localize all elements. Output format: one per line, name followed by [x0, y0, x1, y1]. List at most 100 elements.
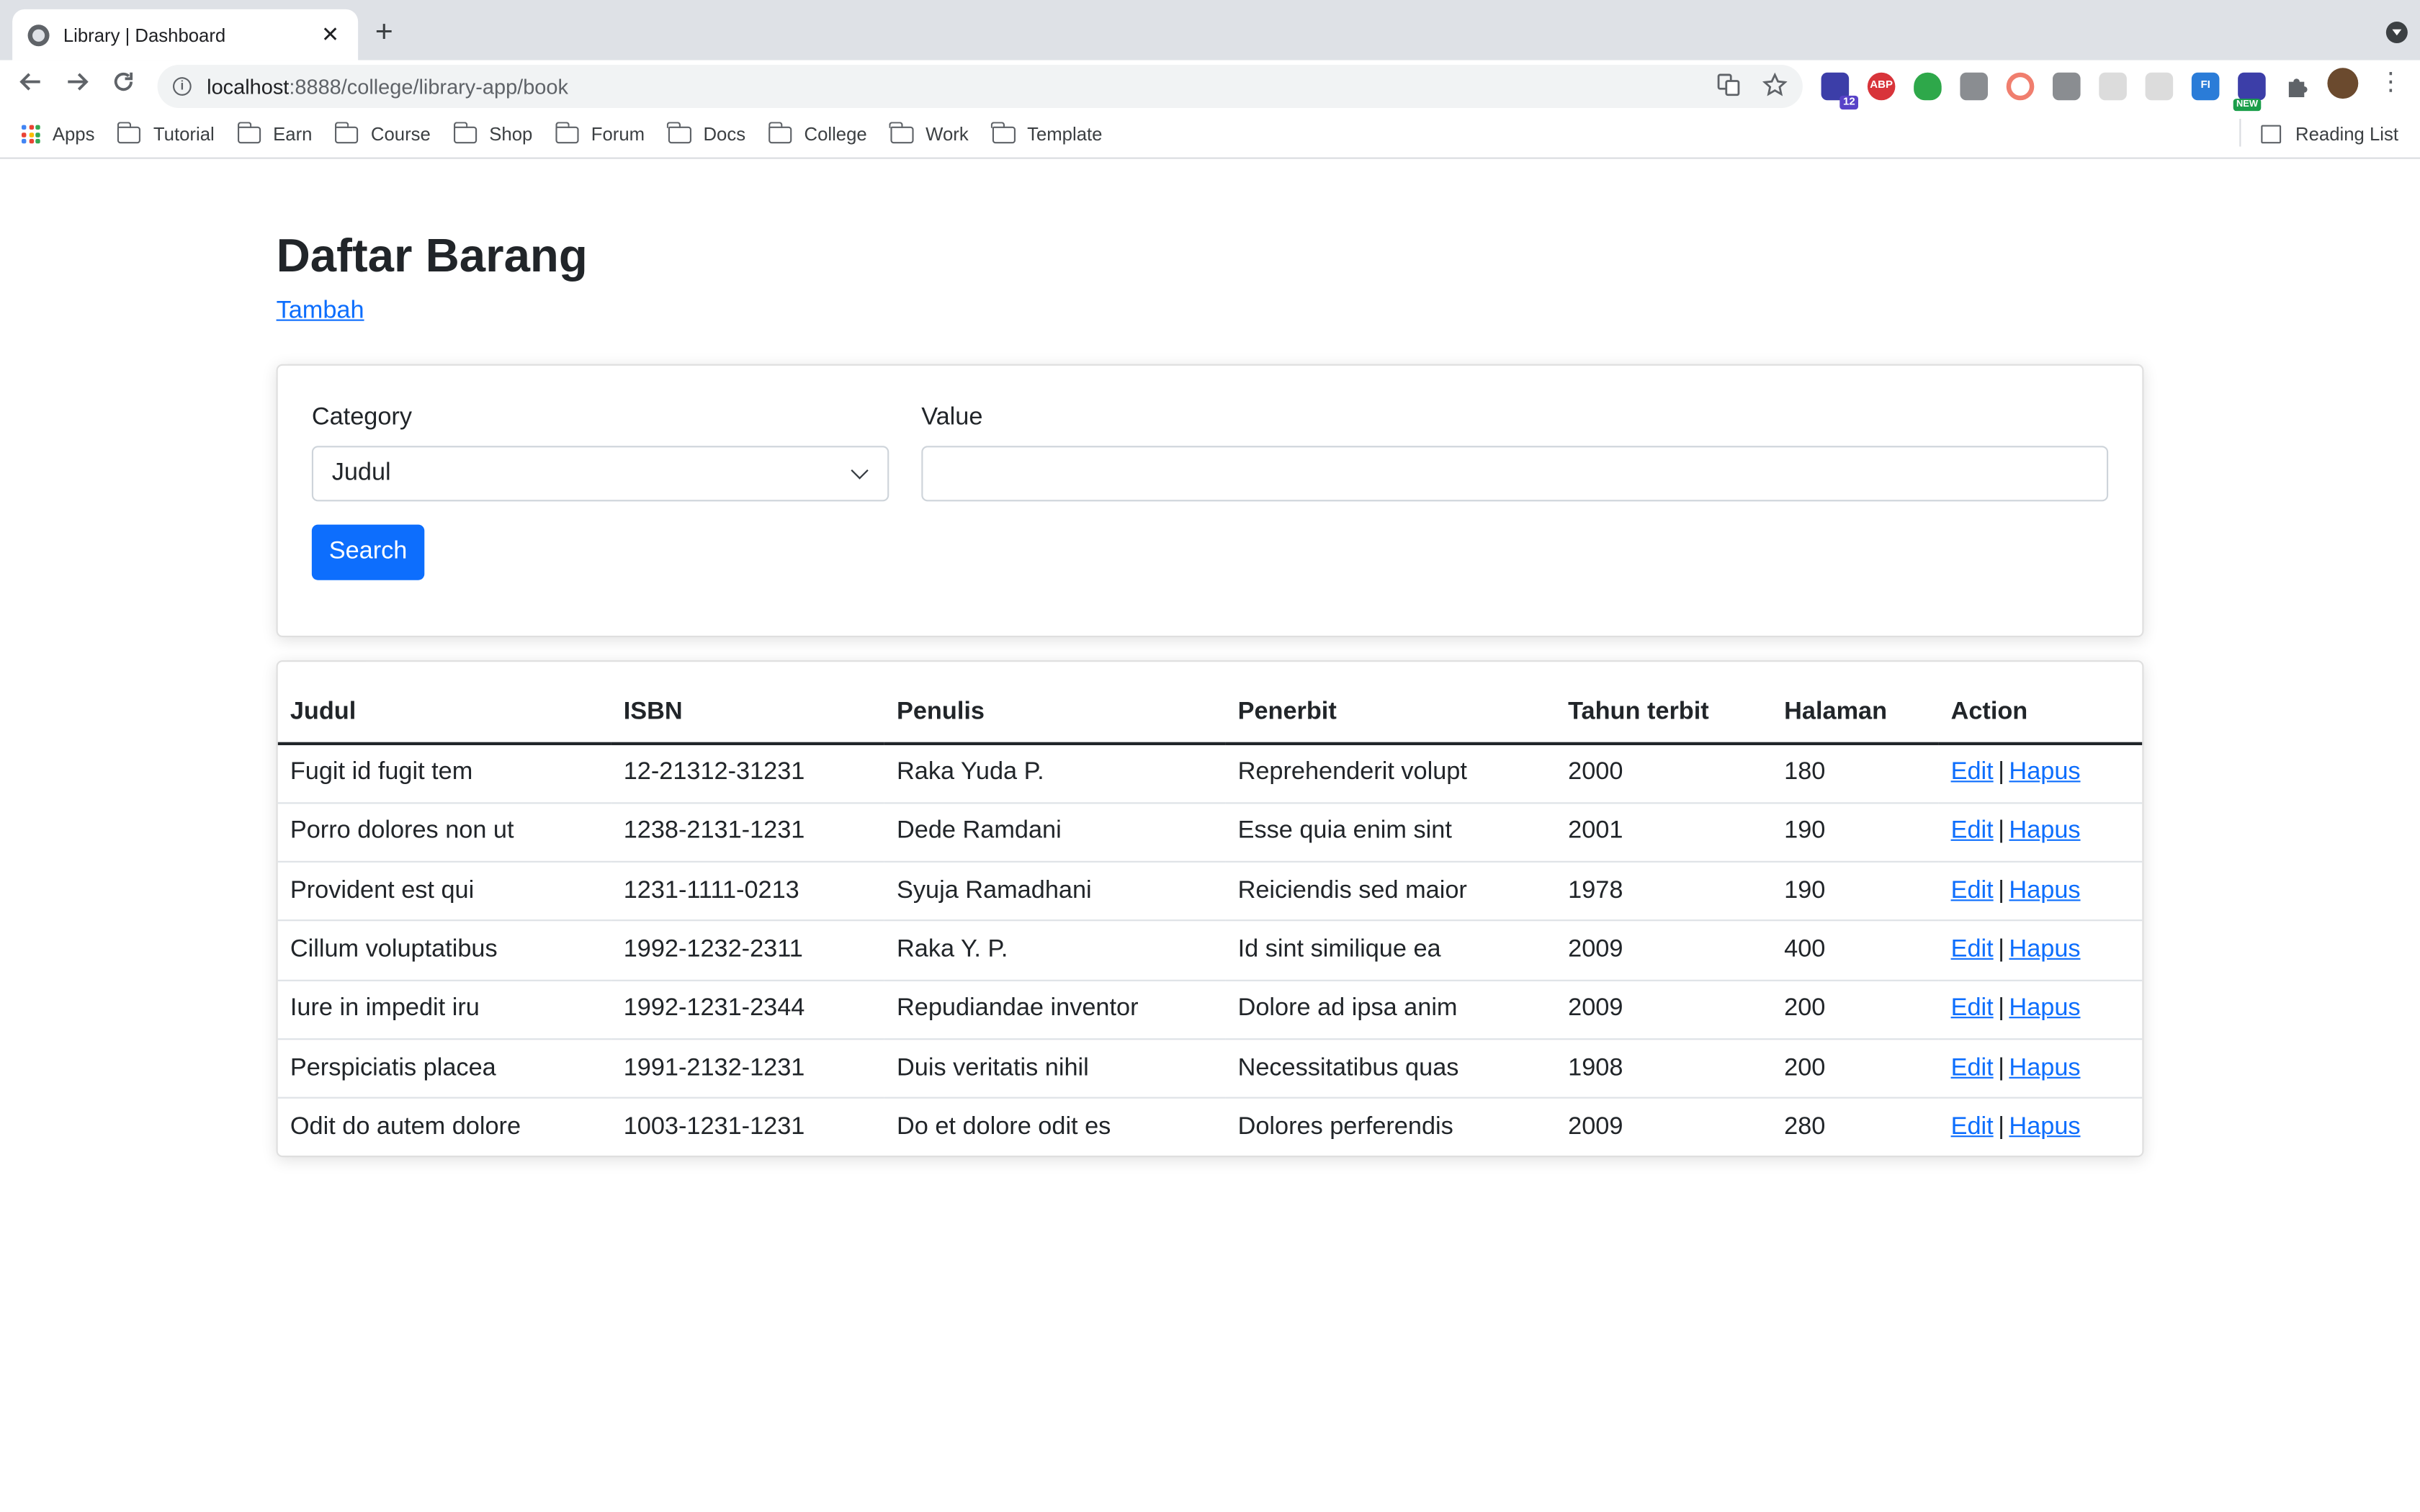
kebab-menu-icon[interactable]: ⋮	[2378, 70, 2403, 96]
cell-penulis: Dede Ramdani	[884, 802, 1226, 863]
clock-extension-icon[interactable]	[2145, 72, 2174, 101]
delete-link[interactable]: Hapus	[2009, 819, 2080, 845]
translate-icon[interactable]	[1716, 73, 1741, 102]
folder-icon	[453, 121, 478, 143]
folder-icon	[237, 121, 261, 143]
cell-judul: Cillum voluptatibus	[277, 921, 611, 981]
reading-list-label: Reading List	[2295, 123, 2398, 145]
vue-devtools-icon[interactable]	[2053, 72, 2081, 101]
bookmark-label: Work	[926, 123, 969, 145]
table-row: Perspiciatis placea 1991-2132-1231 Duis …	[277, 1039, 2143, 1099]
folder-icon	[889, 121, 914, 143]
cell-halaman: 180	[1772, 743, 1939, 804]
bookmark-label: Template	[1027, 123, 1103, 145]
action-separator: |	[1998, 995, 2005, 1022]
cell-tahun: 2009	[1568, 1114, 1623, 1140]
page-title: Daftar Barang	[276, 230, 588, 283]
cell-penerbit: Necessitatibus quas	[1225, 1039, 1556, 1099]
add-book-link[interactable]: Tambah	[277, 298, 364, 326]
table-row: Iure in impedit iru 1992-1231-2344 Repud…	[277, 980, 2143, 1040]
folder-icon	[667, 121, 691, 143]
cell-judul: Perspiciatis placea	[277, 1039, 611, 1099]
shield-extension-icon[interactable]	[1914, 72, 1942, 101]
cell-tahun: 2009	[1556, 980, 1772, 1040]
cell-tahun: 2001	[1556, 802, 1772, 863]
ring-extension-icon[interactable]	[2006, 72, 2035, 101]
cell-halaman: 280	[1784, 1114, 1826, 1140]
url-host: localhost	[207, 74, 290, 99]
star-icon[interactable]	[1762, 72, 1788, 102]
extension-hat-icon[interactable]: 12	[1821, 72, 1858, 110]
delete-link[interactable]: Hapus	[2009, 1115, 2080, 1140]
search-card: Category Judul Value Search	[276, 364, 2144, 637]
cell-isbn: 1992-1232-2311	[611, 921, 884, 981]
cell-action: Edit | Hapus	[1938, 1039, 2143, 1099]
column-header-isbn: ISBN	[611, 662, 884, 745]
profile-avatar[interactable]	[2327, 68, 2359, 99]
url-path: :8888/college/library-app/book	[289, 74, 568, 99]
delete-link[interactable]: Hapus	[2009, 996, 2080, 1022]
column-header-halaman: Halaman	[1772, 662, 1939, 745]
books-table-card: Judul ISBN Penulis Penerbit Tahun terbit…	[276, 660, 2144, 1158]
close-tab-icon[interactable]: ✕	[318, 22, 342, 48]
cell-judul: Odit do autem dolore	[290, 1114, 521, 1140]
delete-link[interactable]: Hapus	[2009, 878, 2080, 904]
cell-isbn: 1238-2131-1231	[611, 802, 884, 863]
grey-extension-icon[interactable]	[2099, 72, 2127, 101]
cell-judul: Provident est qui	[277, 861, 611, 922]
delete-link[interactable]: Hapus	[2009, 760, 2080, 786]
edit-link[interactable]: Edit	[1951, 1055, 1994, 1081]
edit-link[interactable]: Edit	[1951, 760, 1994, 786]
adblock-icon[interactable]: ABP	[1867, 72, 1896, 101]
reading-list-button[interactable]: Reading List	[2239, 119, 2398, 147]
bookmark-apps[interactable]: Apps	[22, 123, 94, 145]
bookmark-folder-college[interactable]: College	[768, 121, 867, 145]
bookmark-folder-work[interactable]: Work	[889, 121, 969, 145]
value-input[interactable]	[921, 446, 2109, 502]
delete-link[interactable]: Hapus	[2009, 1055, 2080, 1081]
cell-judul: Iure in impedit iru	[277, 980, 611, 1040]
cell-tahun: 1978	[1556, 861, 1772, 922]
address-bar[interactable]: i localhost :8888/college/library-app/bo…	[157, 65, 1803, 108]
edit-link[interactable]: Edit	[1951, 996, 1994, 1022]
edit-link[interactable]: Edit	[1951, 878, 1994, 904]
bookmark-folder-forum[interactable]: Forum	[555, 121, 645, 145]
bookmark-folder-template[interactable]: Template	[990, 121, 1103, 145]
eyedropper-icon[interactable]	[1960, 72, 1988, 101]
bookmark-folder-earn[interactable]: Earn	[237, 121, 313, 145]
column-header-penulis: Penulis	[884, 662, 1226, 745]
edit-link[interactable]: Edit	[1951, 1115, 1994, 1140]
bookmark-folder-docs[interactable]: Docs	[667, 121, 745, 145]
column-header-penerbit: Penerbit	[1225, 662, 1556, 745]
info-icon[interactable]: i	[173, 77, 192, 96]
bookmark-folder-tutorial[interactable]: Tutorial	[117, 121, 215, 145]
edit-link[interactable]: Edit	[1951, 937, 1994, 963]
puzzle-icon[interactable]	[2284, 73, 2312, 101]
back-icon[interactable]	[8, 69, 54, 102]
cell-halaman: 200	[1772, 980, 1939, 1040]
forward-icon[interactable]	[54, 69, 100, 102]
cell-penulis: Raka Y. P.	[884, 921, 1226, 981]
reload-icon[interactable]	[100, 69, 146, 102]
extension-icons: 12 ABP FI NEW	[1821, 72, 2312, 112]
tab-search-icon[interactable]	[2385, 22, 2408, 43]
action-separator: |	[1998, 1054, 2005, 1081]
tab-library-dashboard[interactable]: Library | Dashboard ✕	[12, 9, 359, 60]
cell-penerbit: Dolore ad ipsa anim	[1225, 980, 1556, 1040]
cell-action: Edit | Hapus	[1938, 743, 2143, 804]
cell-tahun: 2009	[1556, 921, 1772, 981]
new-extension-icon[interactable]: NEW	[2233, 72, 2266, 112]
fi-extension-icon[interactable]: FI	[2191, 72, 2220, 101]
cell-isbn: 12-21312-31231	[611, 743, 884, 804]
bookmark-folder-shop[interactable]: Shop	[453, 121, 532, 145]
bookmark-label: Earn	[273, 123, 313, 145]
search-button[interactable]: Search	[311, 524, 425, 580]
edit-link[interactable]: Edit	[1951, 819, 1994, 845]
delete-link[interactable]: Hapus	[2009, 937, 2080, 963]
category-select[interactable]: Judul	[311, 446, 889, 502]
bookmark-label: Forum	[591, 123, 645, 145]
bookmarks-divider	[2239, 119, 2242, 147]
bookmark-label: Apps	[52, 123, 95, 145]
new-tab-button[interactable]: +	[375, 17, 393, 48]
bookmark-folder-course[interactable]: Course	[334, 121, 431, 145]
